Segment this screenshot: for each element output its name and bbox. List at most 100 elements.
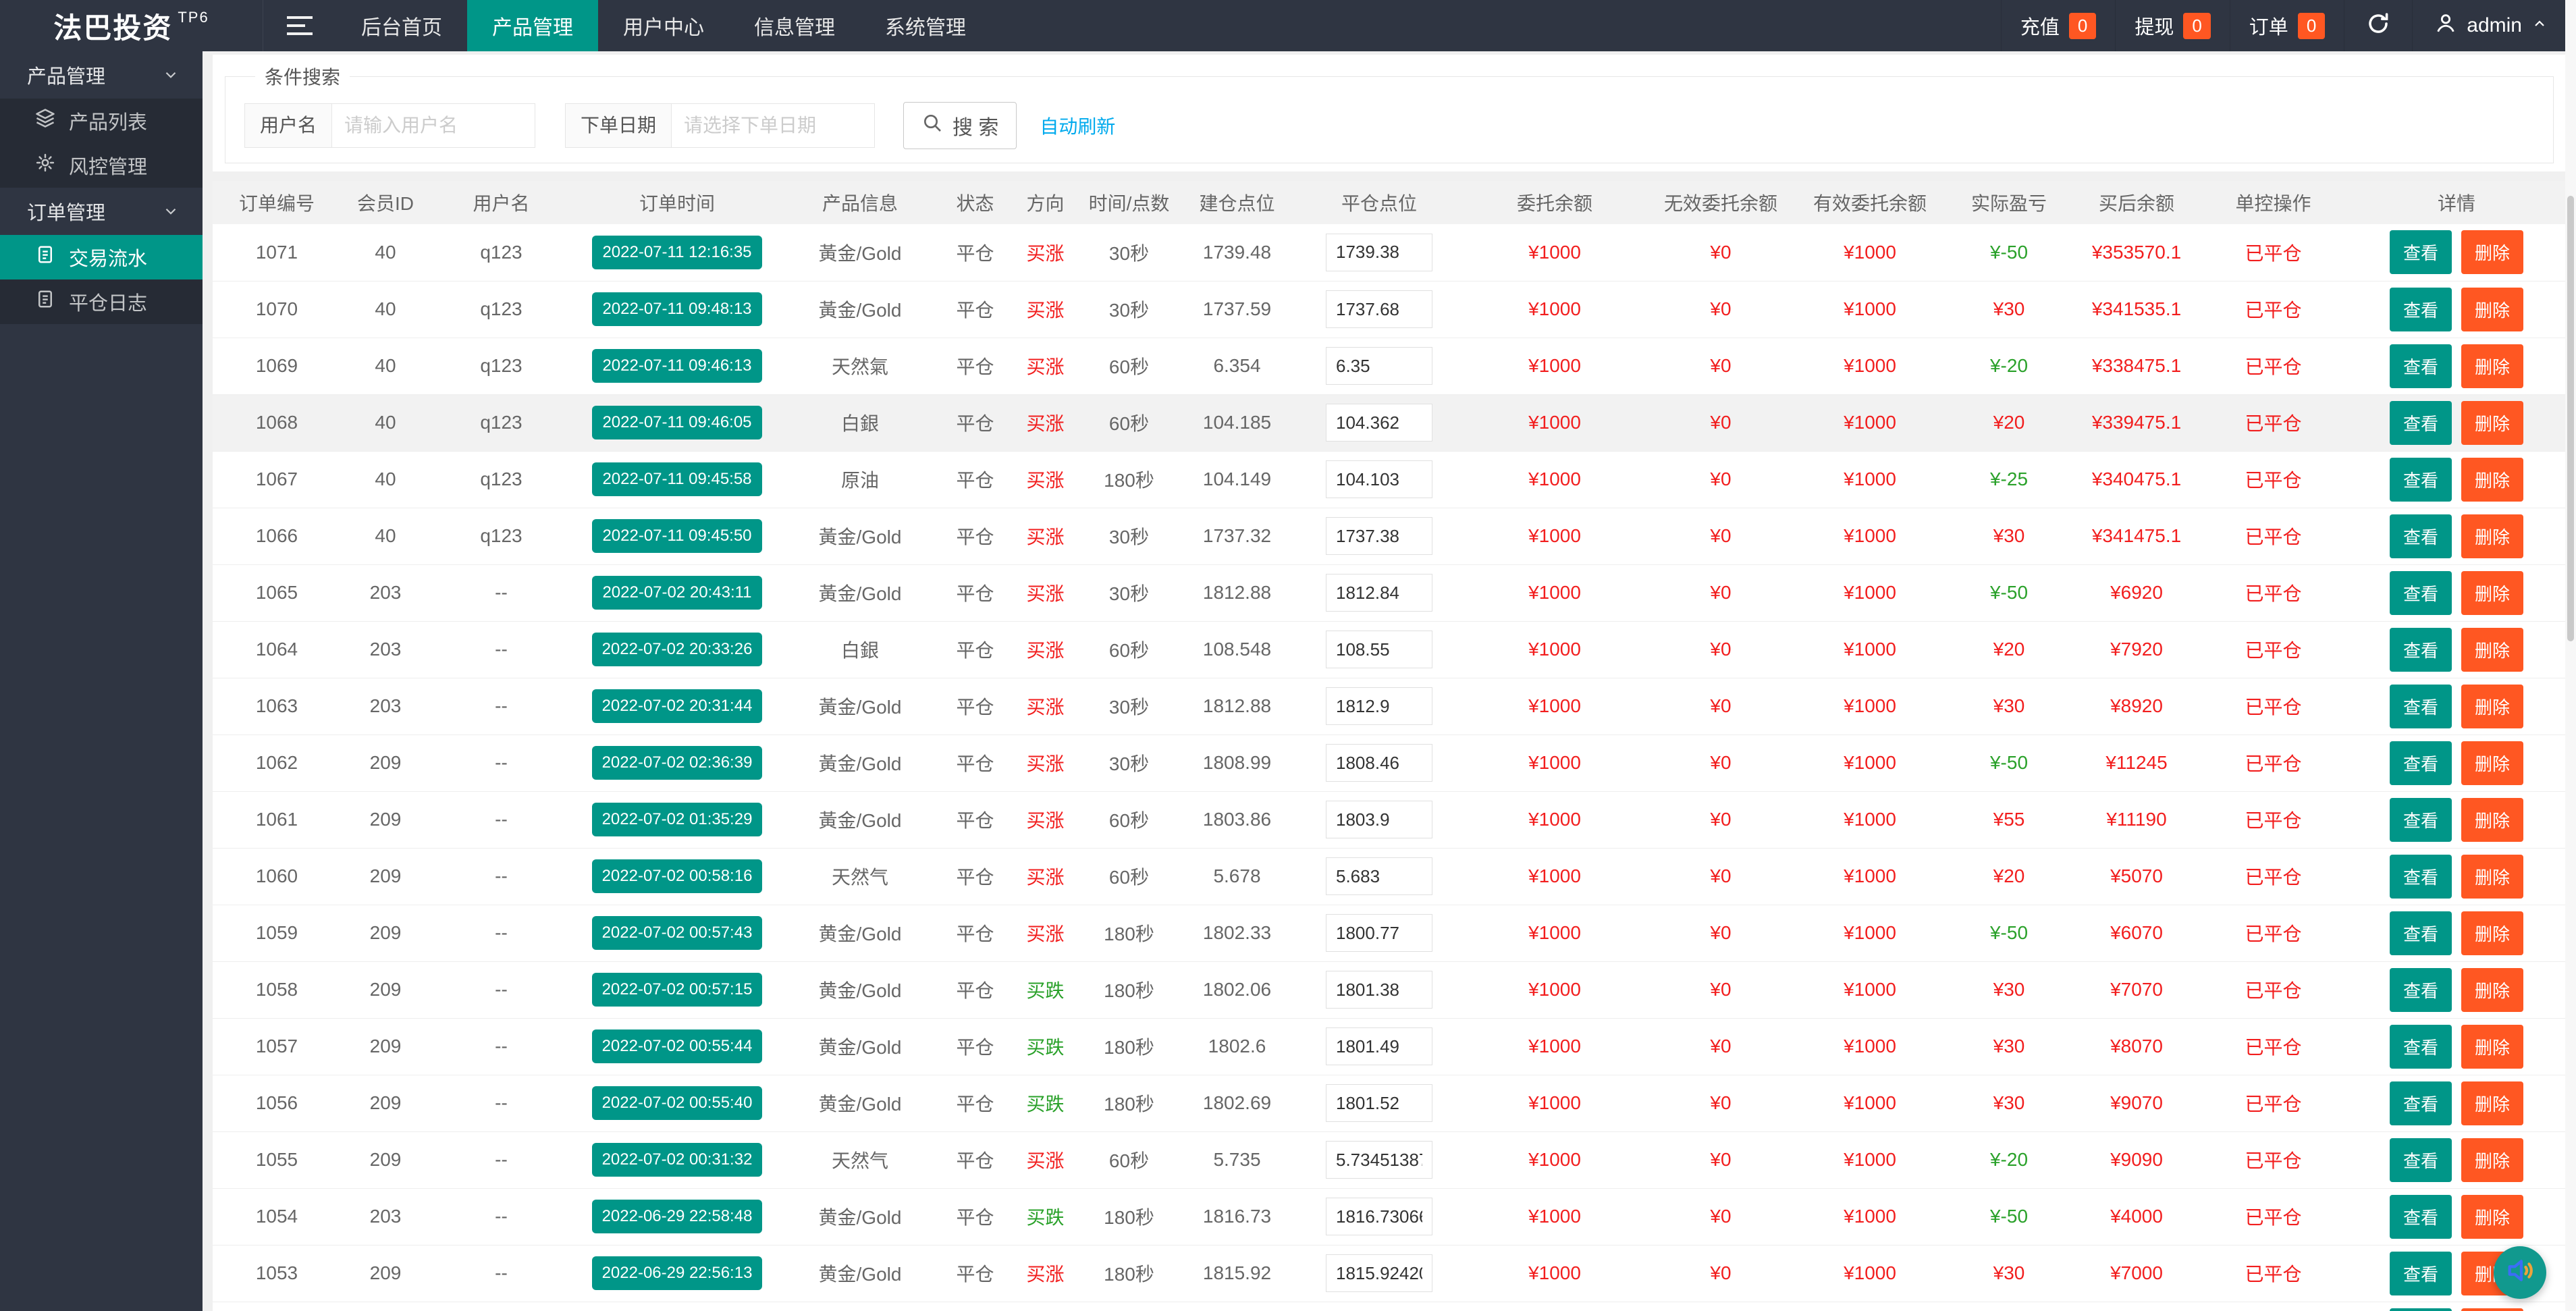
view-button[interactable]: 查看 (2390, 1252, 2452, 1295)
open-point-cell: 5.735 (1179, 1131, 1295, 1188)
close-point-input[interactable] (1326, 460, 1432, 498)
close-point-cell (1295, 1075, 1464, 1131)
view-button[interactable]: 查看 (2390, 344, 2452, 388)
close-point-input[interactable] (1326, 1254, 1432, 1292)
delete-button[interactable]: 删除 (2461, 1025, 2523, 1069)
order-time-badge: 2022-07-02 00:31:32 (592, 1143, 763, 1177)
sidebar-item-1-2[interactable]: 风控管理 (0, 143, 203, 188)
profit-cell: ¥30 (1944, 1075, 2074, 1131)
close-point-input[interactable] (1326, 971, 1432, 1009)
view-button[interactable]: 查看 (2390, 571, 2452, 615)
delete-button[interactable]: 删除 (2461, 571, 2523, 615)
control-status-cell (2199, 1302, 2347, 1311)
delete-button[interactable]: 删除 (2461, 855, 2523, 899)
sidebar-item-label: 交易流水 (69, 243, 147, 271)
scrollbar-thumb[interactable] (2567, 196, 2574, 641)
table-row: 1064203--2022-07-02 20:33:26白銀平仓买涨60秒108… (213, 621, 2566, 678)
view-button[interactable]: 查看 (2390, 1195, 2452, 1239)
delete-button[interactable]: 删除 (2461, 458, 2523, 502)
close-point-input[interactable] (1326, 574, 1432, 612)
auto-refresh-link[interactable]: 自动刷新 (1040, 112, 1115, 139)
delete-button[interactable]: 删除 (2461, 1138, 2523, 1182)
sidebar-group-2[interactable]: 订单管理 (0, 188, 203, 235)
sidebar-toggle-button[interactable] (263, 0, 336, 51)
delete-button[interactable]: 删除 (2461, 911, 2523, 955)
close-point-input[interactable] (1326, 1027, 1432, 1065)
duration-cell: 180秒 (1079, 1188, 1179, 1245)
close-point-input[interactable] (1326, 914, 1432, 952)
nav-item-2[interactable]: 产品管理 (467, 0, 598, 51)
sound-toggle-button[interactable] (2494, 1246, 2546, 1299)
search-icon (921, 112, 943, 139)
nav-item-3[interactable]: 用户中心 (598, 0, 729, 51)
close-point-input[interactable] (1326, 347, 1432, 385)
delete-button[interactable]: 删除 (2461, 1081, 2523, 1125)
delete-button[interactable]: 删除 (2461, 1308, 2523, 1311)
vertical-scrollbar[interactable] (2565, 0, 2576, 1311)
delete-button[interactable]: 删除 (2461, 230, 2523, 274)
view-button[interactable]: 查看 (2390, 628, 2452, 672)
sidebar-group-1[interactable]: 产品管理 (0, 51, 203, 99)
view-button[interactable]: 查看 (2390, 458, 2452, 502)
close-point-input[interactable] (1326, 631, 1432, 668)
sidebar-item-2-2[interactable]: 平仓日志 (0, 279, 203, 324)
delete-button[interactable]: 删除 (2461, 685, 2523, 728)
valid-entrust-cell: ¥1000 (1796, 508, 1944, 564)
delete-button[interactable]: 删除 (2461, 798, 2523, 842)
delete-button[interactable]: 删除 (2461, 968, 2523, 1012)
close-point-input[interactable] (1326, 290, 1432, 328)
column-header-3: 用户名 (430, 181, 572, 224)
close-point-input[interactable] (1326, 1198, 1432, 1235)
close-point-input[interactable] (1326, 1084, 1432, 1122)
view-button[interactable]: 查看 (2390, 741, 2452, 785)
view-button[interactable]: 查看 (2390, 401, 2452, 445)
sidebar-item-2-1[interactable]: 交易流水 (0, 235, 203, 279)
view-button[interactable]: 查看 (2390, 514, 2452, 558)
topbar-stat-order[interactable]: 订单0 (2230, 0, 2344, 51)
duration-cell: 60秒 (1079, 394, 1179, 451)
close-point-input[interactable] (1326, 517, 1432, 555)
actions-cell: 查看删除 (2347, 678, 2566, 734)
view-button[interactable]: 查看 (2390, 685, 2452, 728)
user-icon (2434, 11, 2457, 40)
delete-button[interactable]: 删除 (2461, 401, 2523, 445)
user-menu[interactable]: admin (2412, 0, 2576, 51)
close-point-input[interactable] (1326, 1141, 1432, 1179)
search-button[interactable]: 搜 索 (903, 102, 1017, 149)
username-input[interactable] (331, 103, 535, 148)
view-button[interactable]: 查看 (2390, 855, 2452, 899)
delete-button[interactable]: 删除 (2461, 741, 2523, 785)
topbar-stat-recharge[interactable]: 充值0 (2001, 0, 2115, 51)
close-point-input[interactable] (1326, 857, 1432, 895)
delete-button[interactable]: 删除 (2461, 514, 2523, 558)
view-button[interactable]: 查看 (2390, 1025, 2452, 1069)
close-point-input[interactable] (1326, 234, 1432, 271)
view-button[interactable]: 查看 (2390, 1081, 2452, 1125)
order-date-input[interactable] (671, 103, 875, 148)
topbar-stat-withdraw[interactable]: 提现0 (2115, 0, 2229, 51)
delete-button[interactable]: 删除 (2461, 1195, 2523, 1239)
nav-item-4[interactable]: 信息管理 (729, 0, 860, 51)
valid-entrust-cell: ¥1000 (1796, 394, 1944, 451)
delete-button[interactable]: 删除 (2461, 344, 2523, 388)
nav-item-1[interactable]: 后台首页 (336, 0, 467, 51)
view-button[interactable]: 查看 (2390, 1308, 2452, 1311)
close-point-input[interactable] (1326, 801, 1432, 838)
nav-item-5[interactable]: 系统管理 (860, 0, 991, 51)
view-button[interactable]: 查看 (2390, 288, 2452, 331)
view-button[interactable]: 查看 (2390, 968, 2452, 1012)
close-point-input[interactable] (1326, 744, 1432, 782)
sidebar-item-1-1[interactable]: 产品列表 (0, 99, 203, 143)
close-point-input[interactable] (1326, 404, 1432, 442)
delete-button[interactable]: 删除 (2461, 628, 2523, 672)
view-button[interactable]: 查看 (2390, 798, 2452, 842)
delete-button[interactable]: 删除 (2461, 288, 2523, 331)
close-point-input[interactable] (1326, 687, 1432, 725)
view-button[interactable]: 查看 (2390, 911, 2452, 955)
order-time-cell: 2022-07-02 00:55:44 (572, 1018, 782, 1075)
view-button[interactable]: 查看 (2390, 230, 2452, 274)
refresh-button[interactable] (2344, 0, 2412, 51)
view-button[interactable]: 查看 (2390, 1138, 2452, 1182)
column-header-15: 买后余额 (2074, 181, 2199, 224)
order-id-cell: 1059 (213, 905, 341, 961)
